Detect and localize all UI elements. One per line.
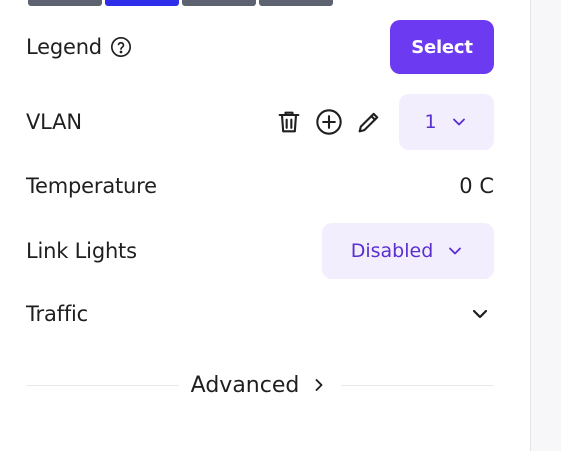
link-lights-dropdown[interactable]: Disabled bbox=[322, 223, 494, 279]
right-pane-edge bbox=[530, 0, 561, 451]
advanced-label: Advanced bbox=[190, 372, 300, 398]
advanced-toggle[interactable]: Advanced bbox=[179, 373, 342, 398]
vlan-dropdown[interactable]: 1 bbox=[399, 94, 494, 150]
chevron-down-icon bbox=[449, 247, 462, 255]
legend-label: Legend bbox=[26, 35, 102, 59]
help-circle-icon[interactable] bbox=[110, 36, 132, 58]
tab-4[interactable] bbox=[259, 0, 333, 6]
temperature-row: Temperature 0 C bbox=[26, 166, 494, 206]
vlan-label: VLAN bbox=[26, 110, 82, 134]
link-lights-dropdown-value: Disabled bbox=[350, 240, 434, 262]
tab-strip bbox=[28, 0, 333, 6]
legend-row: Legend Select bbox=[26, 20, 494, 74]
settings-panel: Legend Select VLAN 1 Temperature 0 C Lin… bbox=[0, 0, 530, 451]
tab-2-active[interactable] bbox=[105, 0, 179, 6]
link-lights-label: Link Lights bbox=[26, 239, 137, 263]
add-circle-icon[interactable] bbox=[313, 106, 345, 138]
vlan-row: VLAN 1 bbox=[26, 94, 494, 150]
tab-3[interactable] bbox=[182, 0, 256, 6]
pencil-icon[interactable] bbox=[353, 106, 385, 138]
temperature-label: Temperature bbox=[26, 174, 157, 198]
traffic-label: Traffic bbox=[26, 302, 89, 326]
advanced-section-toggle: Advanced bbox=[26, 367, 495, 403]
divider-right bbox=[341, 384, 495, 386]
trash-icon[interactable] bbox=[273, 106, 305, 138]
traffic-row[interactable]: Traffic bbox=[26, 294, 494, 334]
link-lights-row: Link Lights Disabled bbox=[26, 223, 494, 279]
temperature-value: 0 C bbox=[459, 174, 494, 198]
divider-left bbox=[26, 384, 179, 386]
chevron-down-icon bbox=[452, 118, 465, 126]
select-button[interactable]: Select bbox=[390, 20, 494, 74]
chevron-down-icon[interactable] bbox=[468, 302, 492, 326]
tab-1[interactable] bbox=[28, 0, 102, 6]
vlan-dropdown-value: 1 bbox=[424, 111, 437, 133]
chevron-right-icon bbox=[315, 379, 323, 391]
